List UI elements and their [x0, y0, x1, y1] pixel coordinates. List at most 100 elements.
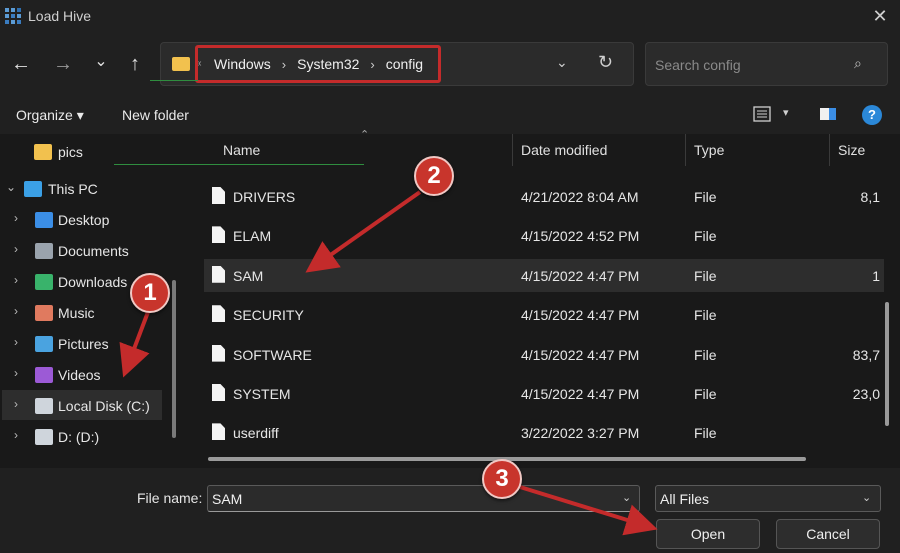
date-modified-cell: 4/15/2022 4:47 PM [521, 386, 640, 402]
pc-icon [24, 181, 42, 197]
type-cell: File [694, 228, 717, 245]
file-type-filter-select[interactable]: All Files [655, 485, 881, 512]
column-header-size[interactable]: Size [838, 142, 865, 158]
sidebar-item-pictures[interactable]: › Pictures [0, 330, 170, 358]
search-placeholder: Search config [655, 57, 741, 73]
column-divider[interactable] [829, 134, 830, 166]
desktop-icon [35, 212, 53, 228]
file-name-label: File name: [137, 490, 203, 506]
expand-chevron-icon[interactable]: › [14, 335, 18, 349]
file-row[interactable]: DRIVERS 4/21/2022 8:04 AM File 8,1 [204, 180, 884, 213]
videos-icon [35, 367, 53, 383]
file-row[interactable]: userdiff 3/22/2022 3:27 PM File [204, 416, 884, 449]
file-name-cell: SYSTEM [233, 386, 291, 402]
forward-arrow-icon[interactable]: → [50, 51, 76, 77]
sidebar-item-label: D: (D:) [58, 429, 100, 445]
file-row[interactable]: SOFTWARE 4/15/2022 4:47 PM File 83,7 [204, 338, 884, 371]
size-cell: 83,7 [852, 346, 880, 363]
folder-icon [34, 144, 52, 160]
sidebar-item-desktop[interactable]: › Desktop [0, 206, 170, 234]
sidebar-item-label: Downloads [58, 274, 128, 290]
sidebar-item-d-d[interactable]: › D: (D:) [0, 423, 170, 451]
sort-ascending-icon: ⌃ [360, 129, 370, 141]
column-divider[interactable] [512, 134, 513, 166]
recent-locations-chevron-icon[interactable]: ⌄ [88, 49, 114, 75]
callout-3: 3 [482, 459, 522, 499]
sidebar-item-label: Pictures [58, 336, 109, 352]
expand-chevron-icon[interactable]: › [14, 242, 18, 256]
sidebar-item-local-disk-c[interactable]: › Local Disk (C:) [0, 392, 170, 420]
file-row[interactable]: ELAM 4/15/2022 4:52 PM File [204, 219, 884, 252]
refresh-icon[interactable]: ↻ [598, 52, 620, 74]
view-options-caret-icon[interactable]: ▾ [783, 106, 789, 119]
expand-chevron-icon[interactable]: › [14, 397, 18, 411]
column-header-type[interactable]: Type [694, 142, 724, 158]
address-dropdown-icon[interactable]: ⌄ [556, 54, 574, 74]
date-modified-cell: 4/15/2022 4:47 PM [521, 267, 640, 284]
size-cell: 8,1 [860, 189, 880, 205]
file-name-cell: userdiff [233, 425, 279, 442]
close-icon[interactable]: ✕ [868, 4, 892, 28]
music-icon [35, 305, 53, 321]
sidebar-item-videos[interactable]: › Videos [0, 361, 170, 389]
open-button[interactable]: Open [656, 519, 760, 549]
date-modified-cell: 4/15/2022 4:52 PM [521, 228, 640, 245]
callout-2: 2 [414, 156, 454, 196]
preview-pane-icon[interactable] [819, 106, 837, 122]
filter-dropdown-icon[interactable]: ⌄ [862, 491, 871, 504]
sidebar-item-label: Music [58, 305, 95, 321]
date-modified-cell: 4/15/2022 4:47 PM [521, 346, 640, 363]
file-name-input[interactable]: SAM [207, 485, 640, 512]
type-cell: File [694, 386, 717, 402]
vertical-scrollbar[interactable] [885, 302, 889, 426]
search-icon[interactable]: ⌕ [854, 55, 862, 72]
sidebar-item-label: This PC [48, 181, 98, 197]
file-row[interactable]: SAM 4/15/2022 4:47 PM File 1 [204, 258, 884, 292]
file-name-cell: SAM [233, 267, 264, 284]
pictures-icon [35, 336, 53, 352]
sidebar-scrollbar[interactable] [172, 280, 176, 438]
type-cell: File [694, 189, 717, 205]
type-cell: File [694, 267, 717, 284]
new-folder-button[interactable]: New folder [122, 107, 189, 123]
expand-chevron-icon[interactable]: › [14, 273, 18, 287]
sidebar-item-documents[interactable]: › Documents [0, 237, 170, 265]
type-cell: File [694, 425, 717, 442]
documents-icon [35, 243, 53, 259]
sidebar-item-label: Desktop [58, 212, 110, 228]
sidebar-item-pics[interactable]: pics [0, 138, 170, 166]
title-bar [0, 0, 900, 32]
size-cell: 23,0 [852, 386, 880, 402]
file-row[interactable]: SYSTEM 4/15/2022 4:47 PM File 23,0 [204, 377, 884, 410]
downloads-icon [35, 274, 53, 290]
sidebar-item-label: pics [58, 144, 83, 160]
date-modified-cell: 4/21/2022 8:04 AM [521, 189, 639, 205]
registry-app-icon [5, 8, 21, 24]
expand-chevron-icon[interactable]: › [14, 304, 18, 318]
file-row[interactable]: SECURITY 4/15/2022 4:47 PM File [204, 298, 884, 331]
back-arrow-icon[interactable]: ← [8, 51, 34, 77]
expand-chevron-icon[interactable]: › [14, 366, 18, 380]
size-cell: 1 [872, 267, 880, 284]
sidebar-item-label: Local Disk (C:) [58, 398, 150, 414]
file-name-cell: SECURITY [233, 307, 304, 324]
column-divider[interactable] [685, 134, 686, 166]
sidebar-item-this-pc[interactable]: ⌄ This PC [0, 175, 170, 203]
organize-menu-button[interactable]: Organize ▾ [16, 107, 84, 124]
help-icon[interactable]: ? [862, 105, 882, 125]
up-arrow-icon[interactable]: ↑ [122, 51, 148, 77]
expand-chevron-icon[interactable]: › [14, 211, 18, 225]
file-icon [212, 344, 225, 362]
expand-chevron-icon[interactable]: › [14, 428, 18, 442]
file-name-cell: DRIVERS [233, 189, 296, 205]
cancel-button[interactable]: Cancel [776, 519, 880, 549]
expand-chevron-icon[interactable]: ⌄ [6, 180, 16, 194]
file-name-dropdown-icon[interactable]: ⌄ [622, 491, 631, 504]
file-icon [212, 265, 225, 283]
date-modified-cell: 3/22/2022 3:27 PM [521, 425, 640, 442]
column-header-name[interactable]: Name [223, 142, 260, 158]
guide-line [114, 164, 364, 165]
view-options-icon[interactable] [753, 106, 771, 122]
file-icon [212, 423, 225, 441]
column-header-date-modified[interactable]: Date modified [521, 142, 607, 158]
